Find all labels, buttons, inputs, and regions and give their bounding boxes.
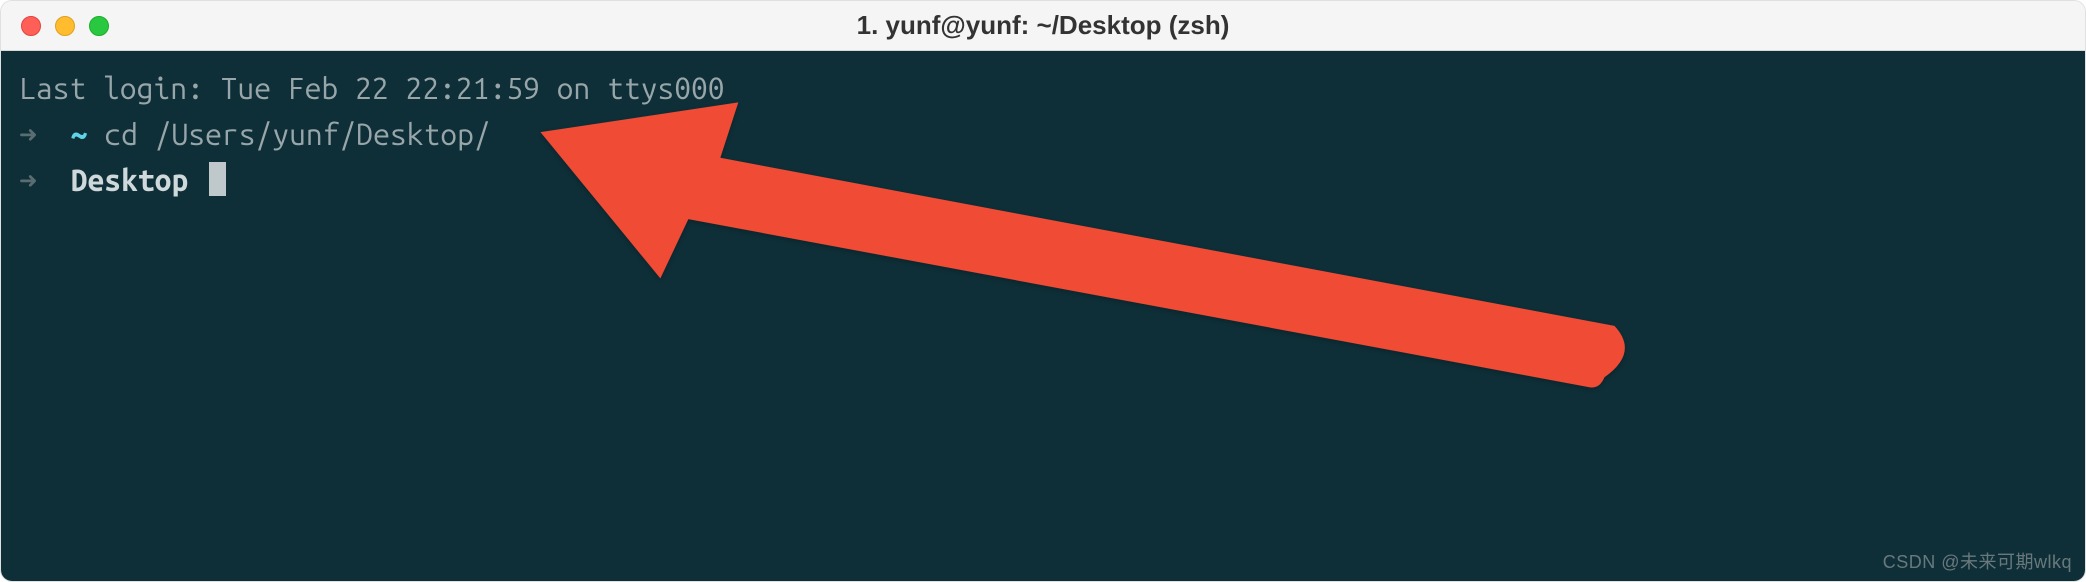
minimize-button[interactable] [55, 16, 75, 36]
prompt-path: ~ [71, 117, 88, 151]
terminal-window: 1. yunf@yunf: ~/Desktop (zsh) Last login… [0, 0, 2086, 582]
prompt-arrow-icon: ➜ [19, 117, 37, 151]
watermark: CSDN @未来可期wlkq [1883, 548, 2072, 574]
traffic-lights [21, 16, 109, 36]
maximize-button[interactable] [89, 16, 109, 36]
prompt-arrow-icon: ➜ [19, 163, 37, 197]
prompt-line-1: ➜ ~ cd /Users/yunf/Desktop/ [19, 111, 2067, 157]
cursor [209, 162, 226, 196]
typed-command: cd /Users/yunf/Desktop/ [104, 117, 490, 151]
terminal-body[interactable]: Last login: Tue Feb 22 22:21:59 on ttys0… [1, 51, 2085, 581]
prompt-path: Desktop [71, 163, 189, 197]
prompt-line-2: ➜ Desktop [19, 157, 2067, 203]
last-login-line: Last login: Tue Feb 22 22:21:59 on ttys0… [19, 65, 2067, 111]
close-button[interactable] [21, 16, 41, 36]
window-title: 1. yunf@yunf: ~/Desktop (zsh) [857, 10, 1230, 41]
titlebar[interactable]: 1. yunf@yunf: ~/Desktop (zsh) [1, 1, 2085, 51]
